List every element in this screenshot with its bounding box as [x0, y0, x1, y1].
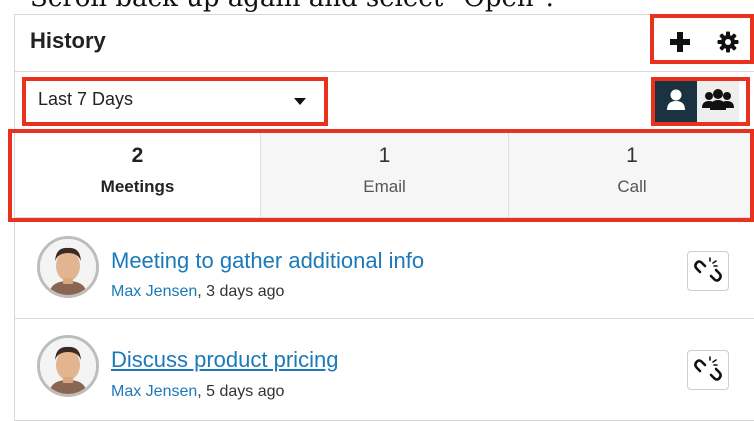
date-range-value: Last 7 Days — [38, 89, 134, 109]
team-toggle[interactable] — [697, 78, 739, 122]
plus-icon[interactable] — [667, 29, 693, 55]
tab-label: Meetings — [100, 177, 175, 196]
tab-label: Email — [363, 177, 406, 196]
item-title-link[interactable]: Meeting to gather additional info — [111, 248, 424, 274]
item-user-link[interactable]: Max Jensen — [111, 283, 197, 300]
users-group-icon — [702, 89, 734, 110]
tab-count: 1 — [626, 144, 638, 167]
unlink-button[interactable] — [687, 251, 729, 291]
item-time: , 3 days ago — [197, 283, 285, 300]
item-title-link[interactable]: Discuss product pricing — [111, 347, 338, 373]
avatar — [37, 236, 99, 298]
dashlet-title: History — [30, 28, 106, 53]
item-time: , 5 days ago — [197, 383, 285, 400]
tab-label: Call — [617, 177, 647, 196]
tab-meetings[interactable]: 2 Meetings — [15, 131, 261, 217]
user-icon — [667, 89, 685, 110]
unlink-icon — [694, 356, 722, 381]
filter-toolbar: Last 7 Days — [15, 72, 754, 131]
unlink-icon — [694, 257, 722, 282]
dashlet-header: History — [15, 15, 754, 72]
tab-count: 1 — [378, 144, 391, 167]
list-item: Discuss product pricing Max Jensen, 5 da… — [15, 319, 754, 419]
history-tabs: 2 Meetings 1 Email 1 Call — [15, 131, 754, 218]
list-item: Meeting to gather additional info Max Je… — [15, 218, 754, 319]
item-user-link[interactable]: Max Jensen — [111, 383, 197, 400]
avatar — [37, 335, 99, 397]
item-meta: Max Jensen, 5 days ago — [111, 383, 284, 401]
tab-call[interactable]: 1 Call — [509, 131, 754, 217]
gear-icon[interactable] — [715, 29, 741, 55]
tab-count: 2 — [131, 144, 144, 167]
item-meta: Max Jensen, 3 days ago — [111, 283, 284, 301]
unlink-button[interactable] — [687, 350, 729, 390]
my-items-toggle[interactable] — [655, 78, 697, 122]
history-dashlet: History Last 7 Days 2 Meetings 1 Email 1… — [14, 14, 754, 421]
instruction-caption: Scroll back up again and select "Open". — [30, 0, 554, 12]
tab-email[interactable]: 1 Email — [261, 131, 509, 217]
date-range-select[interactable]: Last 7 Days — [28, 84, 318, 116]
caret-down-icon — [294, 98, 306, 105]
